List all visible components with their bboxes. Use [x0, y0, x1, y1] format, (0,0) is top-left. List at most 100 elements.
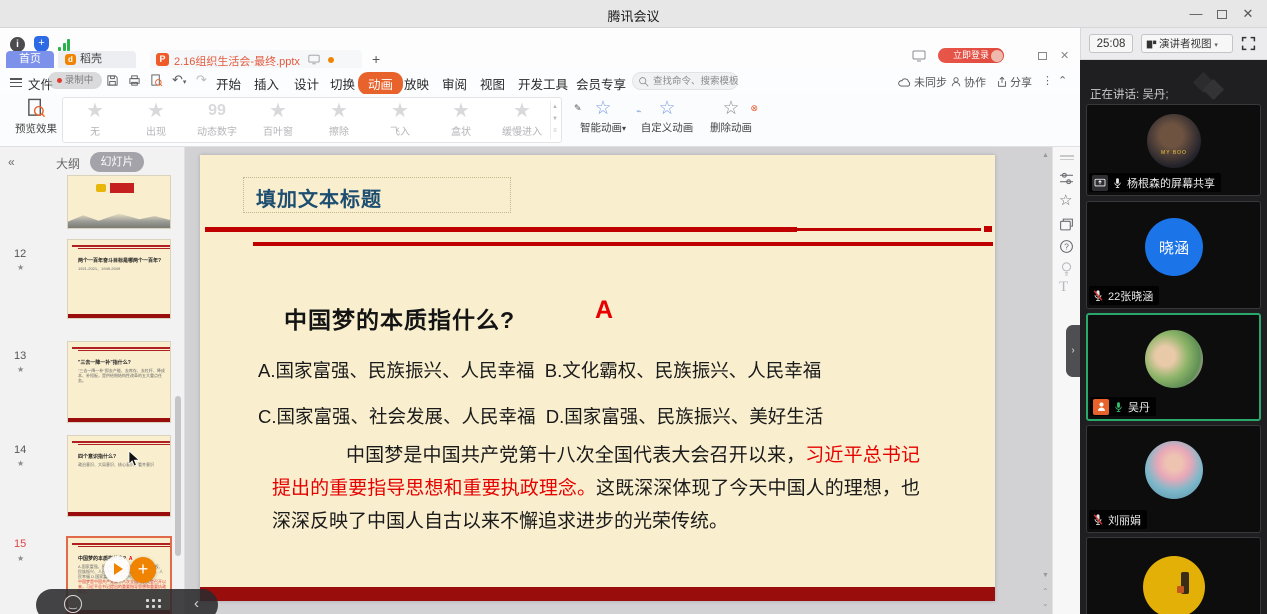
tips-bulb-icon[interactable] — [1059, 261, 1074, 276]
play-animation-button[interactable] — [104, 556, 130, 582]
red-banner — [110, 183, 134, 193]
emoji-reaction-icon[interactable]: ‿ — [64, 595, 82, 613]
meeting-info-icon[interactable]: i — [10, 37, 25, 52]
collapse-toolbar-icon[interactable]: ‹ — [194, 595, 199, 612]
participant-tile[interactable]: 晓涵 22张晓涵 — [1086, 201, 1261, 309]
text-tool-icon[interactable]: T — [1059, 279, 1068, 296]
tab-docer[interactable]: d 稻壳 — [58, 51, 136, 68]
mic-muted-icon — [1092, 513, 1104, 526]
anim-box[interactable]: ★盒状 — [431, 100, 491, 138]
slide-canvas[interactable]: 填加文本标题 中国梦的本质指什么? A A.国家富强、民族振兴、人民幸福 B.文… — [200, 155, 995, 601]
recording-indicator: 录制中 — [48, 72, 102, 89]
avatar — [1145, 330, 1203, 388]
menu-member[interactable]: 会员专享 — [576, 74, 626, 93]
wps-restore-icon[interactable] — [1038, 52, 1047, 60]
add-slide-button[interactable]: + — [130, 557, 156, 583]
participant-tile[interactable]: 刘丽娟 — [1086, 425, 1261, 533]
menu-design[interactable]: 设计 — [294, 74, 319, 93]
menu-start[interactable]: 开始 — [216, 74, 241, 93]
wps-close-icon[interactable]: ✕ — [1060, 49, 1069, 62]
thumb-number: 15 — [14, 538, 34, 550]
minimize-icon[interactable]: — — [1187, 7, 1205, 21]
prev-slide-icon[interactable]: ⌃ — [1042, 587, 1049, 596]
unsaved-dot — [328, 57, 334, 63]
wps-side-toolbar: ☆ T — [1052, 147, 1080, 614]
share-button[interactable]: 分享 — [996, 74, 1032, 90]
avatar: 晓涵 — [1145, 218, 1203, 276]
preview-effect-button[interactable]: 预览效果 — [10, 98, 62, 143]
new-tab-button[interactable]: + — [372, 51, 380, 67]
anim-flyin[interactable]: ★飞入 — [370, 100, 430, 138]
slide-panel: « 大纲 幻灯片 12 ★ 两个一百年奋斗目标是哪两个一百年? 1921-202… — [0, 147, 185, 614]
menu-animation-active[interactable]: 动画 — [358, 72, 403, 95]
collab-button[interactable]: 协作 — [950, 74, 986, 90]
menu-devtools[interactable]: 开发工具 — [518, 74, 568, 93]
menu-slideshow[interactable]: 放映 — [404, 74, 429, 93]
canvas-scroll-up-icon[interactable]: ▲ — [1042, 152, 1049, 159]
anim-slowin[interactable]: ★缓慢进入 — [492, 100, 552, 138]
thumbnail-slide-12[interactable]: 两个一百年奋斗目标是哪两个一百年? 1921-2021、1949-2049 — [68, 240, 170, 318]
next-slide-icon[interactable]: ⌄ — [1042, 599, 1049, 608]
red-divider-end — [984, 226, 992, 232]
help-icon[interactable] — [1059, 239, 1074, 254]
restore-icon[interactable] — [1217, 10, 1227, 19]
menu-review[interactable]: 审阅 — [442, 74, 467, 93]
gallery-scroll[interactable]: ▲▼≡ — [550, 101, 559, 139]
avatar — [1145, 441, 1203, 499]
expand-panel-tab[interactable]: › — [1066, 325, 1080, 377]
print-icon[interactable] — [128, 74, 141, 87]
fullscreen-icon[interactable] — [1241, 36, 1256, 51]
slide-bottom-bar — [200, 587, 995, 601]
menu-view[interactable]: 视图 — [480, 74, 505, 93]
delete-animation-button[interactable]: ☆⊗ 删除动画 — [700, 98, 762, 135]
thumbnail-slide-13[interactable]: "三去一降一补"指什么? "三去一降一补"即去产能、去库存、去杠杆、降成本、补短… — [68, 342, 170, 422]
anim-number[interactable]: 99动态数字 — [187, 100, 247, 138]
tab-outline[interactable]: 大纲 — [56, 155, 80, 172]
menu-transition[interactable]: 切换 — [330, 74, 355, 93]
document-name: 2.16组织生活会-最终.pptx — [174, 53, 300, 69]
custom-animation-button[interactable]: ☆⌁ 自定义动画 — [636, 98, 698, 135]
thumbnail-slide-11[interactable] — [68, 176, 170, 228]
copy-slide-icon[interactable] — [1059, 217, 1074, 232]
security-shield-icon[interactable]: + — [34, 36, 49, 52]
canvas-scroll-down-icon[interactable]: ▼ — [1042, 572, 1049, 579]
tab-home[interactable]: 首页 — [6, 51, 54, 68]
search-input[interactable]: 查找命令、搜索模板 — [632, 72, 738, 90]
animation-pane-icon[interactable]: ☆ — [1059, 191, 1072, 209]
tab-document[interactable]: P 2.16组织生活会-最终.pptx — [150, 50, 362, 68]
tab-slides[interactable]: 幻灯片 — [90, 152, 144, 172]
panel-collapse-icon[interactable]: « — [8, 155, 15, 169]
participant-tile-speaking[interactable]: 吴丹 — [1086, 313, 1261, 421]
avatar-bag — [1177, 586, 1184, 593]
login-button[interactable]: 立即登录 — [938, 48, 1004, 63]
more-menu-icon[interactable]: ⋮ — [1042, 74, 1053, 87]
view-mode-selector[interactable]: 演讲者视图 ▾ — [1141, 34, 1233, 53]
redo-icon[interactable]: ↷ — [196, 72, 207, 88]
slide-title-placeholder[interactable]: 填加文本标题 — [243, 177, 511, 213]
hamburger-icon[interactable] — [10, 76, 22, 89]
collapse-ribbon-icon[interactable]: ⌃ — [1058, 74, 1067, 87]
undo-icon[interactable]: ↶▾ — [172, 72, 186, 88]
menu-insert[interactable]: 插入 — [254, 74, 279, 93]
smart-animation-button[interactable]: ☆✎ 智能动画▾ — [572, 98, 634, 135]
network-signal-icon[interactable] — [58, 38, 72, 51]
apps-grid-icon[interactable] — [146, 599, 162, 610]
properties-icon[interactable] — [1059, 171, 1074, 186]
close-icon[interactable]: ✕ — [1239, 7, 1257, 21]
anim-blinds[interactable]: ★百叶窗 — [248, 100, 308, 138]
cast-icon[interactable] — [912, 50, 926, 62]
participant-tile[interactable]: MY BOO 杨根森的屏幕共享 — [1086, 104, 1261, 196]
thumbnail-scrollbar[interactable] — [175, 396, 181, 556]
sync-status[interactable]: 未同步 — [898, 74, 947, 90]
anim-none[interactable]: ★无 — [65, 100, 125, 138]
thumbnail-slide-14[interactable]: 四个意识指什么? 政治意识、大局意识、核心意识、看齐意识 — [68, 436, 170, 516]
drag-handle-icon[interactable] — [1060, 153, 1074, 162]
participant-tile[interactable]: 李小蝶 — [1086, 537, 1261, 614]
screen-share-icon — [1092, 175, 1108, 191]
emblem-icon — [96, 184, 106, 192]
save-icon[interactable] — [106, 74, 119, 87]
docer-icon: d — [65, 54, 76, 65]
anim-appear[interactable]: ★出现 — [126, 100, 186, 138]
print-preview-icon[interactable] — [150, 74, 163, 87]
anim-wipe[interactable]: ★擦除 — [309, 100, 369, 138]
